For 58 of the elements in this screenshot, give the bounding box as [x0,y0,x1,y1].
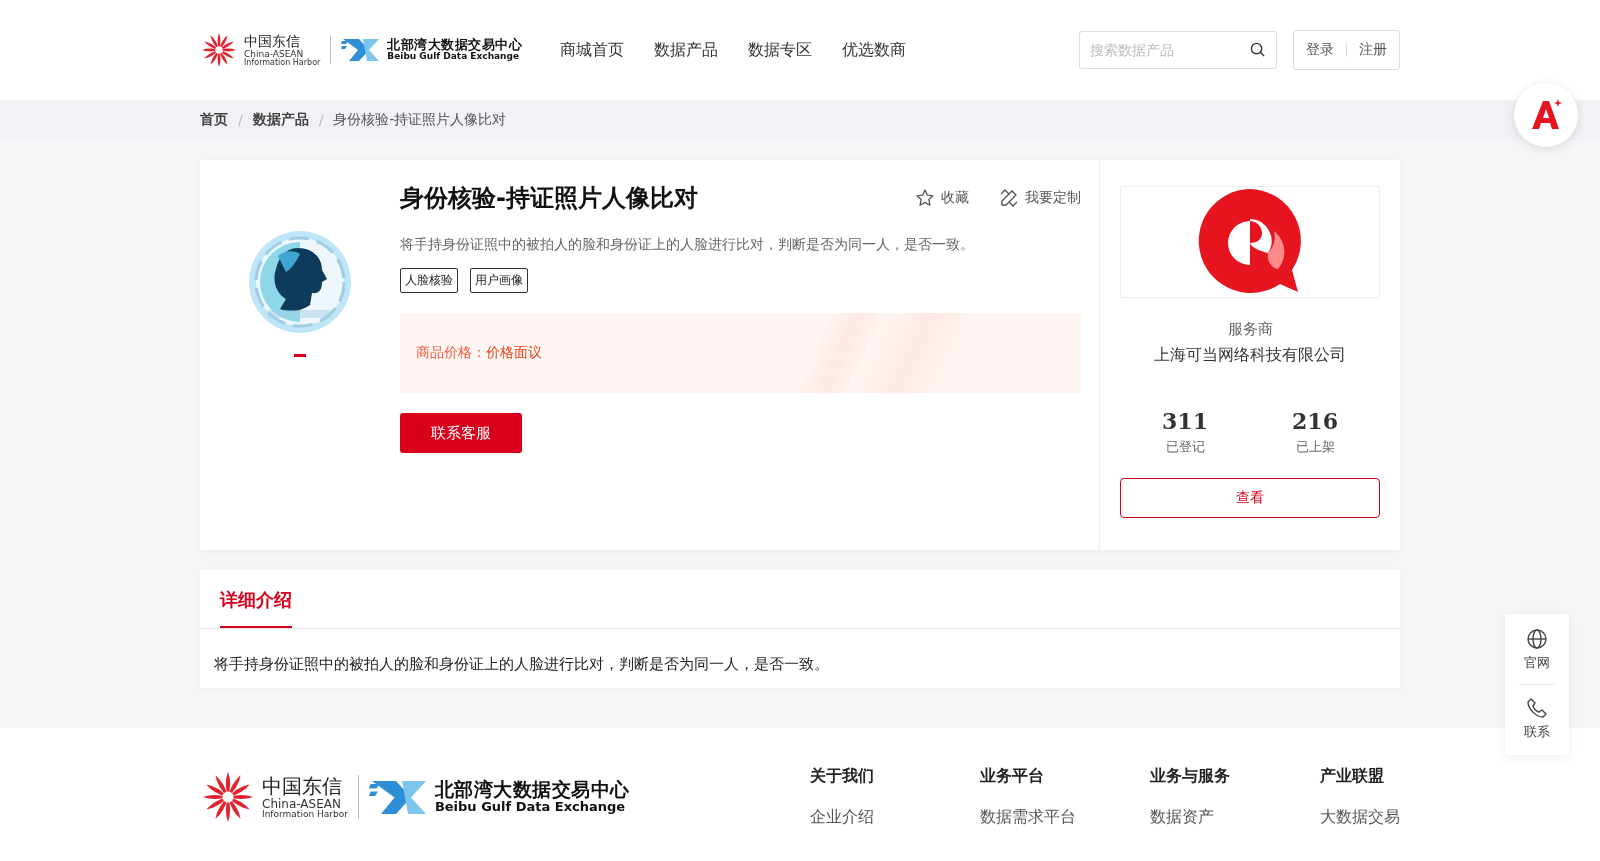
product-title: 身份核验-持证照片人像比对 [400,183,698,214]
stat-value: 311 [1162,408,1208,434]
logo-subtitle: Information Harbor [244,58,321,67]
logo-text: 中国东信 [244,33,301,48]
search-field[interactable]: 搜索数据产品 [1079,31,1277,69]
tag: 用户画像 [470,268,528,293]
price-label: 商品价格： [416,344,486,362]
nav-link[interactable]: 数据专区 [748,39,813,61]
detail-text: 将手持身份证照中的被拍人的脸和身份证上的人脸进行比对，判断是否为同一人，是否一致。 [213,654,830,675]
current-page-title: 身份核验-持证照片人像比对 [333,111,507,129]
auth-link[interactable]: 注册 [1359,41,1387,59]
footer-heading: 产业联盟 [1320,766,1385,787]
breadcrumb-separator: / [238,112,243,128]
logo-subtitle: China-ASEAN [262,797,341,810]
breadcrumb-link[interactable]: 数据产品 [252,111,309,129]
letter-a-sparkle-icon [1529,99,1563,131]
stat-value: 216 [1292,408,1338,434]
phone-icon [1526,697,1548,719]
footer-heading: 关于我们 [810,766,875,787]
stat-label: 已上架 [1295,438,1335,456]
side-link[interactable]: 联系 [1524,693,1550,745]
footer-link[interactable]: 企业介绍 [810,807,980,828]
action-link[interactable]: 我要定制 [999,188,1081,208]
logo-text: 北部湾大数据交易中心 [434,779,630,801]
side-link[interactable]: 官网 [1524,624,1550,676]
provider-name: 上海可当网络科技有限公司 [1154,345,1346,366]
logo-subtitle: Information Harbor [262,809,348,819]
stat-label: 已登记 [1165,438,1205,456]
nav-link[interactable]: 商城首页 [560,39,625,61]
nav-link[interactable]: 数据产品 [654,39,719,61]
globe-icon [1526,628,1548,650]
auth-link[interactable]: 登录 [1306,41,1334,59]
logo-subtitle: Beibu Gulf Data Exchange [434,800,627,815]
site-logo[interactable]: 中国东信 China-ASEAN Information Harbor 北部湾大数据交易中心 Beibu Gulf Data Exchange [200,31,523,69]
star-icon [915,188,935,208]
footer-link[interactable]: 数据资产 [1150,807,1320,828]
footer-link[interactable]: 大数据交易 [1320,807,1400,828]
logo-subtitle: Beibu Gulf Data Exchange [387,52,521,63]
action-link[interactable]: 收藏 [915,188,969,208]
tag: 人脸核验 [400,268,458,293]
breadcrumb-link[interactable]: 首页 [200,111,228,129]
price-value: 价格面议 [486,344,542,362]
footer-heading: 业务平台 [980,766,1045,787]
logo-text: 北部湾大数据交易中心 [387,37,523,53]
detail-tab[interactable]: 详细介绍 [220,570,292,628]
search-icon[interactable] [1250,42,1265,57]
contact-button[interactable]: 联系客服 [400,413,522,453]
nav-link[interactable]: 优选数商 [842,39,907,61]
product-description: 将手持身份证照中的被拍人的脸和身份证上的人脸进行比对，判断是否为同一人，是否一致。 [400,236,975,254]
footer-logo[interactable]: 中国东信 China-ASEAN Information Harbor 北部湾大数据交易中心 Beibu Gulf Data Exchange [200,766,630,828]
breadcrumb-separator: / [318,112,324,128]
logo-subtitle: China-ASEAN [244,49,304,59]
logo-text: 中国东信 [262,775,343,796]
footer-link[interactable]: 数据需求平台 [980,807,1150,828]
pencil-ruler-icon [999,188,1019,208]
view-button[interactable]: 查看 [1120,478,1380,518]
footer-heading: 业务与服务 [1150,766,1231,787]
provider-role: 服务商 [1227,320,1273,339]
